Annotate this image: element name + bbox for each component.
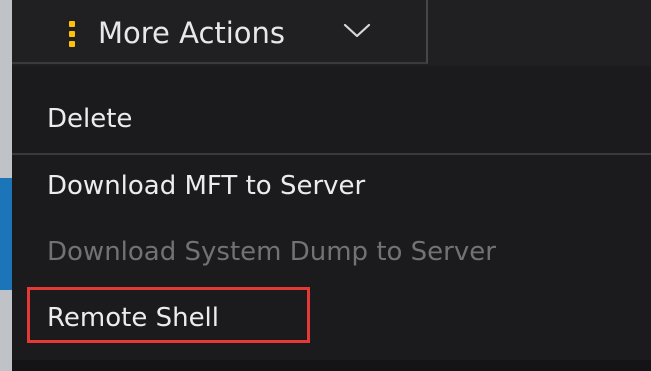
menu-item-label: Download MFT to Server: [47, 171, 366, 201]
toolbar: More Actions: [12, 0, 651, 66]
menu-item-download-system-dump: Download System Dump to Server: [12, 221, 651, 283]
more-actions-dropdown-menu: Delete Download MFT to Server Download S…: [12, 66, 651, 371]
left-background-accent: [0, 178, 12, 290]
more-actions-button[interactable]: More Actions: [12, 0, 428, 64]
menu-item-remote-shell[interactable]: Remote Shell: [12, 287, 651, 351]
menu-item-label: Remote Shell: [47, 303, 220, 333]
more-actions-label: More Actions: [98, 16, 286, 50]
menu-item-delete[interactable]: Delete: [12, 92, 651, 152]
menu-item-label: Download System Dump to Server: [47, 237, 496, 267]
menu-item-download-mft[interactable]: Download MFT to Server: [12, 155, 651, 217]
kebab-vertical-icon: [68, 21, 76, 47]
chevron-down-icon: [343, 23, 371, 38]
left-background-strip: [0, 0, 12, 371]
menu-item-label: Delete: [47, 104, 133, 134]
menu-bottom-edge: [12, 360, 651, 371]
